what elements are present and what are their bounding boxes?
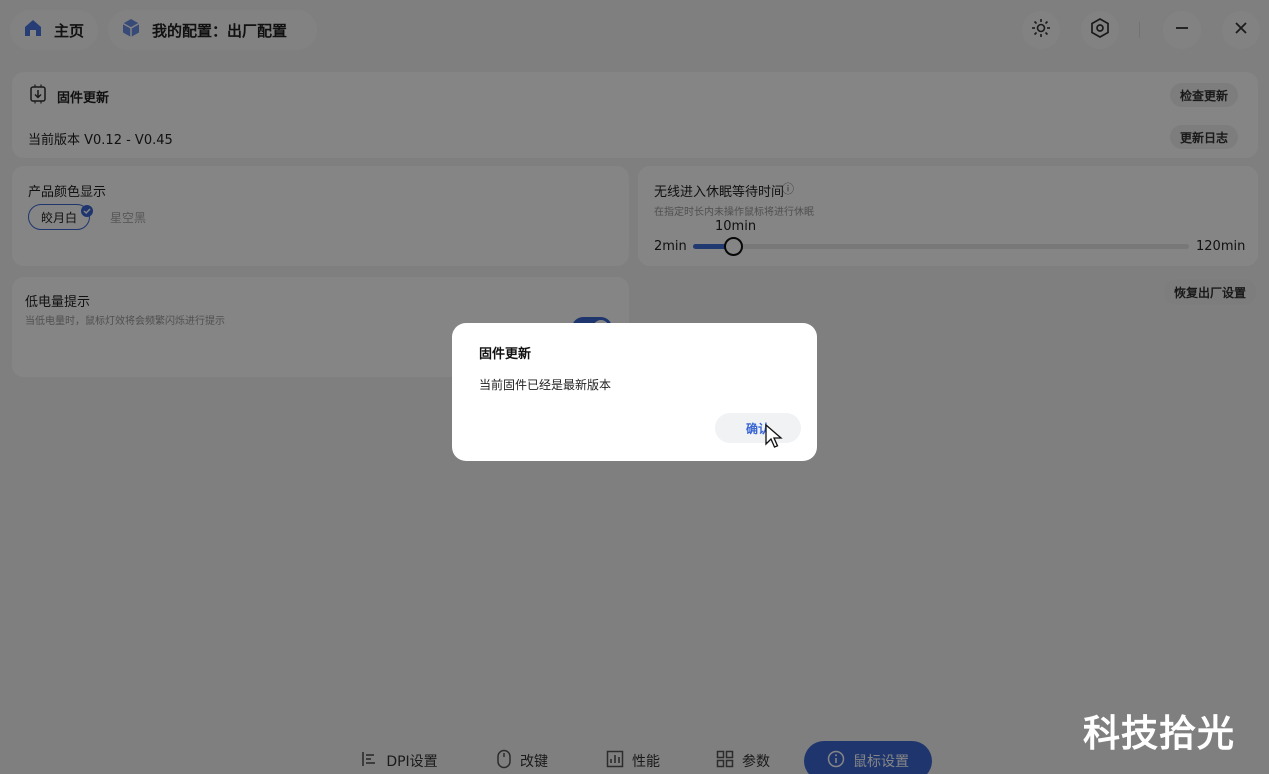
firmware-dialog: 固件更新 当前固件已经是最新版本 确认 xyxy=(452,323,817,461)
watermark-text: 科技拾光 xyxy=(1083,712,1235,755)
cursor-pointer-icon xyxy=(765,423,783,454)
dialog-title: 固件更新 xyxy=(479,347,532,362)
confirm-button[interactable]: 确认 xyxy=(715,413,801,443)
dialog-message: 当前固件已经是最新版本 xyxy=(479,378,612,392)
